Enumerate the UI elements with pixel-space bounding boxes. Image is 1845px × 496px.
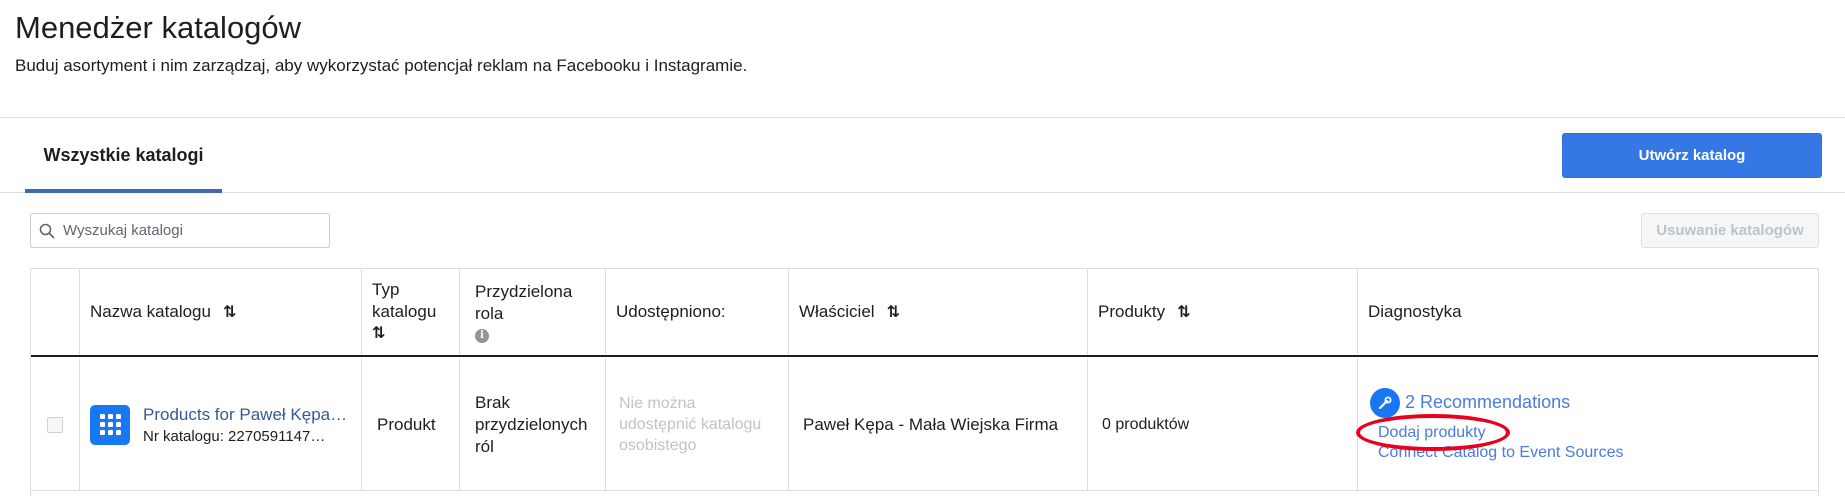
- header-label: Produkty: [1098, 302, 1166, 321]
- table-row: Products for Paweł Kępa - Mała Wiejska F…: [31, 359, 1818, 491]
- catalog-type: Produkt: [377, 414, 436, 434]
- catalog-name-link[interactable]: Products for Paweł Kępa - Mała Wiejska F…: [143, 405, 348, 425]
- catalog-grid-icon: [90, 404, 130, 445]
- wrench-icon: [1370, 387, 1400, 418]
- header-shared: Udostępniono:: [606, 269, 789, 355]
- sort-icon[interactable]: ⇅: [887, 302, 900, 322]
- header-catalog-name[interactable]: Nazwa katalogu ⇅: [80, 269, 362, 355]
- catalog-type-cell: Produkt: [362, 359, 460, 490]
- role-text: przydzielonych: [475, 414, 588, 434]
- row-checkbox[interactable]: [47, 416, 63, 433]
- owner-name: Paweł Kępa - Mała Wiejska Firma: [803, 414, 1059, 434]
- search-box[interactable]: [30, 213, 330, 248]
- search-input[interactable]: [63, 222, 313, 239]
- role-text: ról: [475, 436, 494, 456]
- page-subtitle: Buduj asortyment i nim zarządzaj, aby wy…: [15, 56, 748, 75]
- page-header: Menedżer katalogów Buduj asortyment i ni…: [0, 0, 1845, 118]
- header-label: Diagnostyka: [1368, 302, 1462, 321]
- header-select-cell: [31, 269, 80, 355]
- highlight-annotation: [1356, 413, 1510, 451]
- shared-cell: Nie można udostępnić katalogu osobistego: [606, 359, 789, 490]
- header-catalog-type[interactable]: Typ katalogu ⇅: [362, 269, 460, 355]
- table-header-row: Nazwa katalogu ⇅ Typ katalogu ⇅ Przydzie…: [31, 269, 1818, 357]
- header-label: Udostępniono:: [616, 302, 726, 321]
- header-diagnostics: Diagnostyka: [1358, 269, 1818, 355]
- catalog-id: Nr katalogu: 2270591147…: [143, 427, 326, 445]
- header-label: katalogu: [372, 302, 437, 321]
- header-label: Nazwa katalogu: [90, 302, 211, 321]
- catalog-table: Nazwa katalogu ⇅ Typ katalogu ⇅ Przydzie…: [30, 268, 1819, 496]
- header-assigned-role: Przydzielona rola i: [460, 269, 606, 355]
- add-products-link[interactable]: Dodaj produkty: [1356, 413, 1510, 451]
- create-catalog-button[interactable]: Utwórz katalog: [1562, 133, 1822, 178]
- header-label: Właściciel: [799, 302, 875, 321]
- row-select-cell: [31, 359, 80, 490]
- header-products[interactable]: Produkty ⇅: [1088, 269, 1358, 355]
- info-icon[interactable]: i: [475, 329, 489, 343]
- recommendations-link[interactable]: 2 Recommendations: [1370, 387, 1623, 418]
- products-count: 0 produktów: [1102, 415, 1190, 433]
- sort-icon[interactable]: ⇅: [1177, 302, 1190, 322]
- sort-icon[interactable]: ⇅: [223, 302, 236, 322]
- assigned-role-cell: Brak przydzielonych ról: [460, 359, 606, 490]
- sort-icon[interactable]: ⇅: [372, 323, 436, 345]
- recommendations-label: 2 Recommendations: [1405, 392, 1571, 412]
- products-cell: 0 produktów: [1088, 359, 1358, 490]
- shared-text: Nie można: [619, 395, 696, 412]
- header-label: rola: [475, 304, 504, 323]
- shared-text: osobistego: [619, 437, 697, 454]
- page-title: Menedżer katalogów: [15, 10, 302, 45]
- header-owner[interactable]: Właściciel ⇅: [789, 269, 1088, 355]
- tab-bar: Wszystkie katalogi Utwórz katalog: [0, 118, 1845, 193]
- shared-text: udostępnić katalogu: [619, 416, 762, 433]
- delete-catalogs-button[interactable]: Usuwanie katalogów: [1641, 213, 1819, 248]
- tab-all-catalogs[interactable]: Wszystkie katalogi: [25, 118, 222, 193]
- search-icon: [39, 223, 55, 238]
- diagnostics-cell: 2 Recommendations Dodaj produkty Connect…: [1356, 359, 1818, 490]
- catalog-name-cell: Products for Paweł Kępa - Mała Wiejska F…: [80, 359, 362, 490]
- role-text: Brak: [475, 392, 510, 412]
- owner-cell: Paweł Kępa - Mała Wiejska Firma: [789, 359, 1088, 490]
- header-label: Typ: [372, 280, 400, 299]
- header-label: Przydzielona: [475, 282, 573, 301]
